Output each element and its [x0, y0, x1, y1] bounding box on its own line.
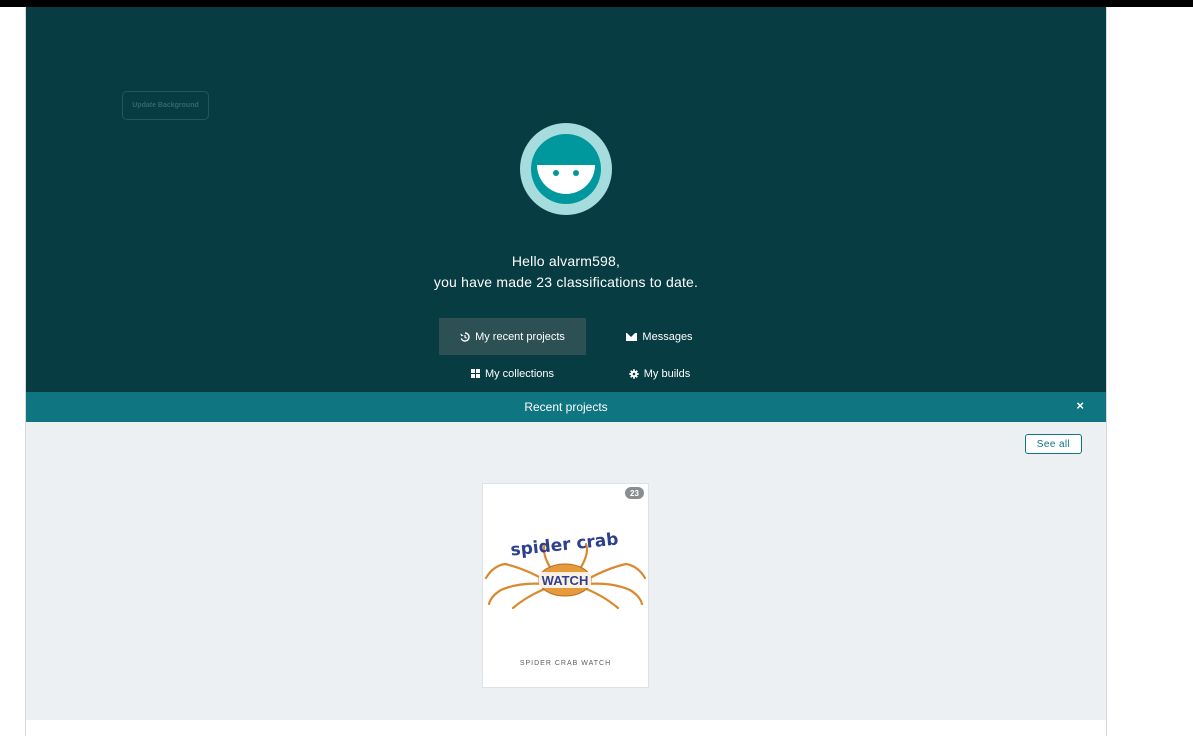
top-black-bar: [0, 0, 1193, 7]
avatar-eye-left: [553, 170, 559, 176]
avatar-mouth: [537, 165, 595, 194]
project-card-title: SPIDER CRAB WATCH: [519, 660, 612, 667]
envelope-icon: [626, 332, 638, 341]
nav-my-recent-projects[interactable]: My recent projects: [439, 318, 586, 355]
greeting-line-2: you have made 23 classifications to date…: [433, 274, 699, 290]
see-all-button[interactable]: See all: [1025, 434, 1082, 454]
spider-crab-watch-logo: spider crab WATCH: [484, 529, 647, 610]
nav-my-recent-projects-label: My recent projects: [475, 330, 565, 343]
greeting-text: Hello alvarm598, you have made 23 classi…: [26, 251, 1106, 293]
recent-projects-panel: See all 23 spider crab WATCH SPIDER CRAB…: [26, 422, 1106, 720]
home-hero: Update Background Hello alvarm598, you h…: [26, 7, 1106, 392]
avatar-eye-right: [573, 170, 579, 176]
close-icon[interactable]: ×: [1076, 398, 1084, 413]
user-avatar-icon: [520, 123, 612, 215]
nav-messages[interactable]: Messages: [586, 318, 733, 355]
greeting-line-1: Hello alvarm598,: [511, 253, 621, 269]
history-icon: [460, 331, 470, 342]
grid-icon: [470, 369, 480, 378]
recent-projects-header: Recent projects ×: [26, 392, 1106, 422]
recent-projects-title: Recent projects: [524, 400, 608, 414]
gear-icon: [629, 368, 639, 379]
project-card-spider-crab-watch[interactable]: 23 spider crab WATCH SPIDER CRAB WATCH: [482, 483, 649, 688]
page-container: Update Background Hello alvarm598, you h…: [25, 7, 1107, 736]
nav-my-collections[interactable]: My collections: [439, 355, 586, 392]
update-background-button[interactable]: Update Background: [122, 91, 209, 120]
nav-my-collections-label: My collections: [484, 367, 555, 380]
classification-count-badge: 23: [625, 487, 644, 499]
nav-messages-label: Messages: [642, 330, 693, 343]
nav-my-builds[interactable]: My builds: [586, 355, 733, 392]
logo-text-top: spider crab: [510, 529, 620, 560]
avatar-face: [531, 134, 601, 204]
nav-my-builds-label: My builds: [643, 367, 691, 380]
logo-text-bottom: WATCH: [542, 573, 589, 588]
